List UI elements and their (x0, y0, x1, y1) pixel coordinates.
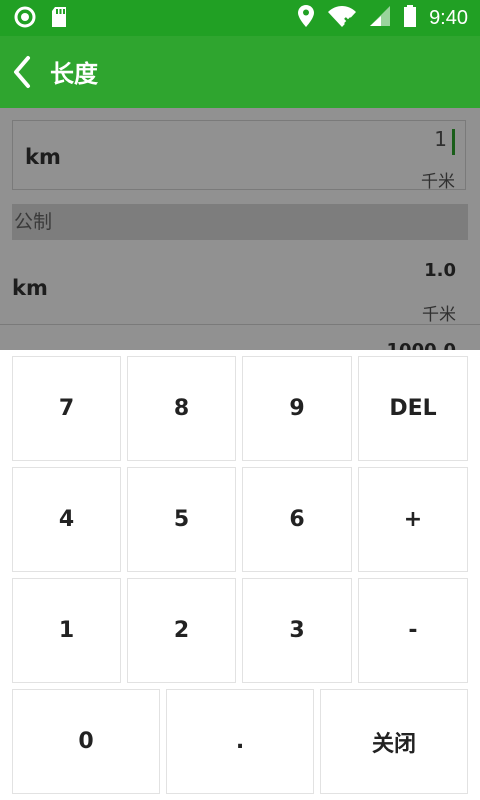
toolbar: 长度 (0, 36, 480, 108)
sd-card-icon (50, 6, 68, 32)
minus-key[interactable]: - (358, 578, 468, 683)
key-5[interactable]: 5 (127, 467, 236, 572)
signal-icon (369, 4, 391, 32)
plus-key[interactable]: + (358, 467, 468, 572)
key-1[interactable]: 1 (12, 578, 121, 683)
clock: 9:40 (429, 6, 468, 29)
key-7[interactable]: 7 (12, 356, 121, 461)
circle-status-icon (14, 6, 36, 32)
keypad: 7 8 9 DEL 4 5 6 + 1 2 3 - 0 . 关闭 (0, 350, 480, 800)
page-title: 长度 (50, 60, 98, 88)
back-arrow-icon[interactable] (8, 54, 38, 90)
dim-overlay[interactable] (0, 108, 480, 350)
status-bar: 9:40 (0, 0, 480, 36)
key-9[interactable]: 9 (242, 356, 352, 461)
location-icon (297, 4, 315, 32)
key-4[interactable]: 4 (12, 467, 121, 572)
key-8[interactable]: 8 (127, 356, 236, 461)
close-key[interactable]: 关闭 (320, 689, 468, 794)
key-0[interactable]: 0 (12, 689, 160, 794)
key-2[interactable]: 2 (127, 578, 236, 683)
delete-key[interactable]: DEL (358, 356, 468, 461)
wifi-icon (327, 4, 357, 32)
key-6[interactable]: 6 (242, 467, 352, 572)
key-3[interactable]: 3 (242, 578, 352, 683)
decimal-key[interactable]: . (166, 689, 314, 794)
battery-icon (403, 4, 417, 32)
